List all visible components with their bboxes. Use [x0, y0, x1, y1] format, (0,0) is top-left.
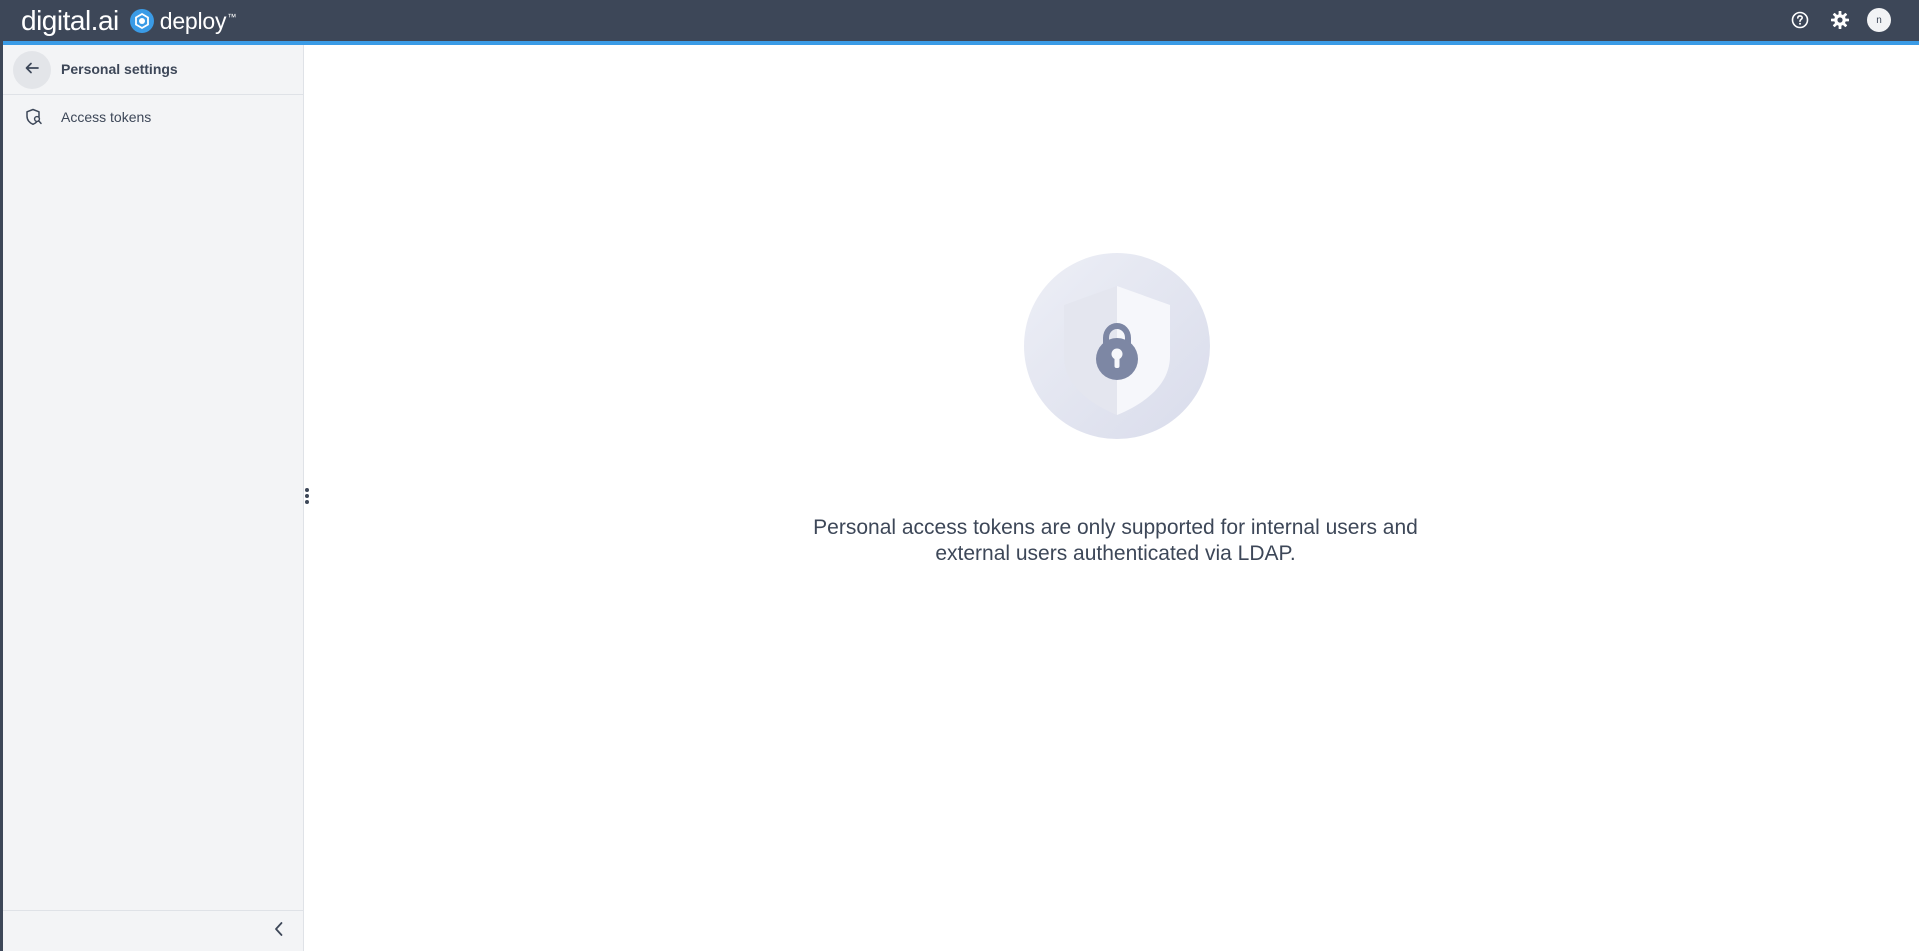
deploy-logo-icon [129, 9, 154, 33]
brand-trademark: ™ [227, 12, 237, 22]
back-button[interactable] [13, 51, 51, 89]
unsupported-message: Personal access tokens are only supporte… [312, 515, 1919, 567]
brand-primary: digital.ai [21, 5, 119, 36]
user-avatar[interactable]: n [1867, 8, 1891, 32]
message-line-2: external users authenticated via LDAP. [935, 542, 1296, 565]
sidebar-footer [3, 910, 303, 951]
arrow-left-icon [24, 60, 40, 81]
sidebar-item-access-tokens[interactable]: Access tokens [3, 97, 303, 137]
handle-dot [305, 494, 309, 498]
sidebar: Personal settings Access tokens [3, 45, 304, 951]
help-icon[interactable] [1787, 7, 1813, 33]
brand-logo[interactable]: digital.ai deploy ™ [21, 2, 236, 40]
sidebar-resize-handle[interactable] [304, 488, 310, 508]
brand-product: deploy [159, 7, 227, 34]
handle-dot [305, 488, 309, 492]
sidebar-title: Personal settings [61, 61, 178, 77]
message-line-1: Personal access tokens are only supporte… [813, 516, 1418, 539]
sidebar-header: Personal settings [3, 45, 303, 95]
top-bar-actions: n [1773, 7, 1891, 33]
shield-key-icon [25, 108, 43, 126]
collapse-sidebar-button[interactable] [269, 921, 289, 941]
main-content: Personal access tokens are only supporte… [312, 45, 1919, 951]
top-bar: digital.ai deploy ™ n [3, 0, 1919, 41]
app-window: digital.ai deploy ™ n Personal settings … [3, 0, 1919, 951]
chevron-left-icon [273, 921, 285, 942]
handle-dot [305, 500, 309, 504]
sidebar-item-label: Access tokens [61, 109, 152, 125]
shield-lock-icon [1024, 253, 1210, 439]
gear-icon[interactable] [1827, 7, 1853, 33]
